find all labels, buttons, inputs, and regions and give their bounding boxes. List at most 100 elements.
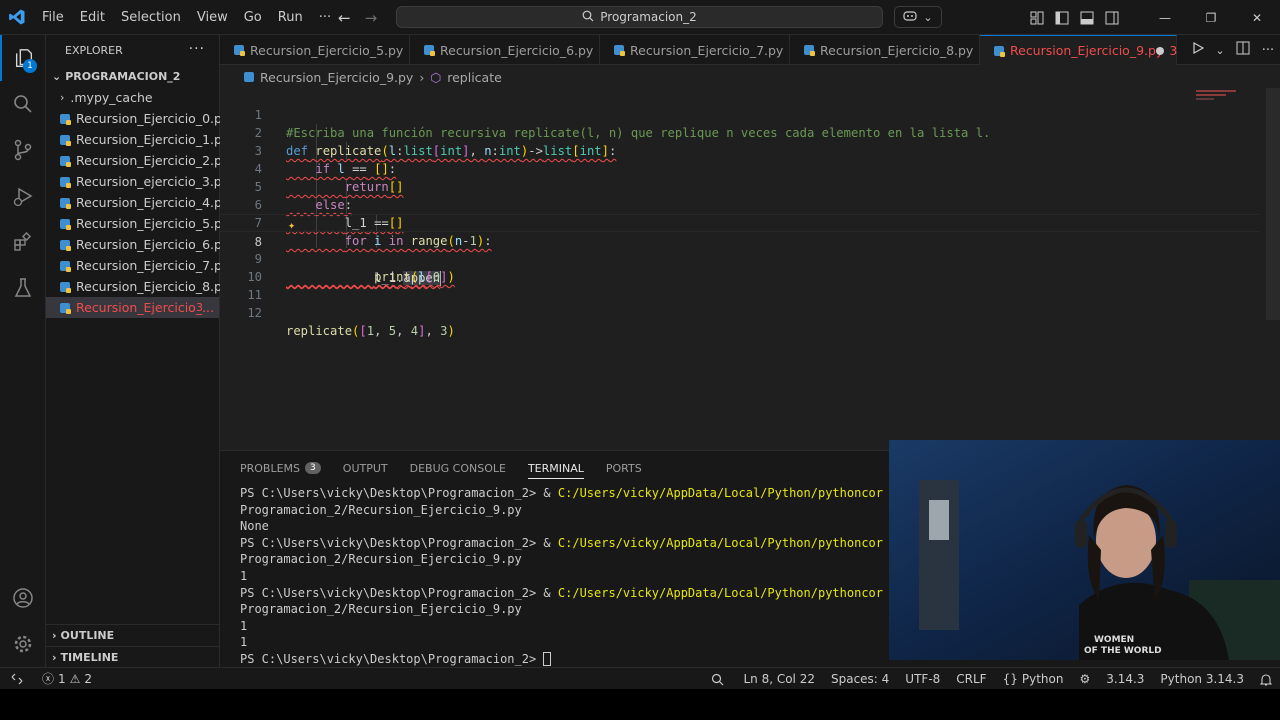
settings-gear-icon[interactable] [0, 621, 46, 667]
chevron-down-icon: ⌄ [923, 10, 933, 24]
outline-section[interactable]: › OUTLINE [46, 624, 220, 646]
tab-ejercicio-5[interactable]: Recursion_Ejercicio_5.py [220, 35, 410, 65]
restore-icon[interactable]: ❐ [1188, 0, 1234, 35]
explorer-icon[interactable]: 1 [0, 35, 46, 81]
tab-ports[interactable]: PORTS [606, 451, 642, 485]
tab-ejercicio-6[interactable]: Recursion_Ejercicio_6.py [410, 35, 600, 65]
file-encoding[interactable]: UTF-8 [897, 668, 948, 690]
tree-file-0[interactable]: Recursion_Ejercicio_0.py [46, 108, 229, 129]
python-file-icon [60, 281, 71, 293]
tree-file-4[interactable]: Recursion_Ejercicio_4.py [46, 192, 229, 213]
tab-output[interactable]: OUTPUT [343, 451, 388, 485]
breadcrumb-file[interactable]: Recursion_Ejercicio_9.py [260, 70, 413, 85]
language-mode[interactable]: {} Python [995, 668, 1072, 690]
editor-scrollbar[interactable] [1266, 88, 1280, 320]
python-file-icon [994, 45, 1005, 57]
panel-tab-label: PROBLEMS [240, 461, 301, 475]
menu-more[interactable]: ··· [311, 0, 339, 35]
terminal-cursor [543, 652, 552, 667]
explorer-badge: 1 [23, 59, 37, 73]
timeline-section[interactable]: › TIMELINE [46, 646, 220, 668]
toggle-panel-icon[interactable] [1074, 0, 1099, 35]
python-interpreter[interactable]: Python 3.14.3 [1152, 668, 1252, 690]
zoom-icon[interactable] [703, 668, 735, 690]
chevron-right-icon: › [52, 651, 57, 664]
tab-ejercicio-8[interactable]: Recursion_Ejercicio_8.py [790, 35, 980, 65]
explorer-more-button[interactable]: ··· [189, 41, 205, 57]
indentation[interactable]: Spaces: 4 [823, 668, 897, 690]
tree-file-7[interactable]: Recursion_Ejercicio_7.py [46, 255, 229, 276]
tree-file-3[interactable]: Recursion_ejercicio_3.py [46, 171, 229, 192]
explorer-sidebar: EXPLORER ··· ⌄ PROGRAMACION_2 › .mypy_ca… [46, 35, 229, 668]
python-file-icon [60, 134, 71, 146]
tree-file-6[interactable]: Recursion_Ejercicio_6.py [46, 234, 229, 255]
workspace-folder[interactable]: ⌄ PROGRAMACION_2 [46, 65, 219, 87]
editor-actions: ⌄ ··· [1186, 35, 1280, 65]
tab-ejercicio-9[interactable]: Recursion_Ejercicio_9.py 3 [980, 35, 1177, 65]
customize-layout-icon[interactable] [1024, 0, 1049, 35]
bell-icon[interactable] [1252, 668, 1280, 690]
code-editor[interactable]: 1 #Escriba una función recursiva replica… [220, 88, 1280, 450]
menu-selection[interactable]: Selection [113, 0, 189, 35]
breadcrumb-symbol[interactable]: replicate [447, 70, 502, 85]
menu-view[interactable]: View [189, 0, 236, 35]
run-debug-icon[interactable] [0, 173, 46, 219]
menu-go[interactable]: Go [236, 0, 270, 35]
menu-edit[interactable]: Edit [72, 0, 113, 35]
unsaved-dot-icon[interactable] [1156, 47, 1164, 55]
tree-item-label: Recursion_Ejercicio_7.py [76, 258, 230, 273]
split-editor-icon[interactable] [1236, 41, 1250, 59]
cursor-position[interactable]: Ln 8, Col 22 [735, 668, 823, 690]
tab-debug-console[interactable]: DEBUG CONSOLE [410, 451, 506, 485]
python-file-icon [60, 155, 71, 167]
account-icon[interactable] [0, 575, 46, 621]
outline-label: OUTLINE [60, 629, 115, 642]
source-control-icon[interactable] [0, 127, 46, 173]
testing-icon[interactable] [0, 265, 46, 311]
minimap[interactable] [1192, 88, 1266, 318]
braces-icon: {} [1002, 672, 1018, 686]
toggle-sidebar-icon[interactable] [1049, 0, 1074, 35]
chevron-down-icon: ⌄ [52, 69, 62, 83]
tree-file-5[interactable]: Recursion_Ejercicio_5.py [46, 213, 229, 234]
tree-file-9[interactable]: Recursion_Ejercicio_... 3 [46, 297, 219, 318]
code-line: 11 [220, 268, 1260, 302]
copilot-icon [903, 10, 917, 25]
tree-file-8[interactable]: Recursion_Ejercicio_8.py [46, 276, 229, 297]
tab-terminal[interactable]: TERMINAL [527, 451, 584, 485]
terminal-prompt: PS C:\Users\vicky\Desktop\Programacion_2… [240, 535, 558, 550]
breadcrumb: Recursion_Ejercicio_9.py › ⬡ replicate [220, 66, 1180, 88]
copilot-button[interactable]: ⌄ [894, 6, 942, 28]
back-arrow-icon[interactable]: ← [338, 9, 351, 27]
terminal-path: C:/Users/vicky/AppData/Local/Python/pyth… [557, 535, 883, 550]
tree-folder-mypy-cache[interactable]: › .mypy_cache [46, 87, 219, 108]
run-icon[interactable] [1192, 41, 1205, 58]
minimize-icon[interactable]: — [1142, 0, 1188, 35]
chevron-right-icon: › [419, 69, 425, 85]
code-line: 10 [220, 250, 1260, 284]
chevron-down-icon[interactable]: ⌄ [1215, 44, 1224, 57]
tab-label: Recursion_Ejercicio_5.py [250, 42, 404, 58]
remote-icon[interactable] [0, 668, 34, 690]
menu-file[interactable]: File [34, 0, 72, 35]
forward-arrow-icon[interactable]: → [365, 9, 378, 27]
command-center-search[interactable]: Programacion_2 [396, 6, 883, 28]
close-icon[interactable]: ✕ [1234, 0, 1280, 35]
tree-file-1[interactable]: Recursion_Ejercicio_1.py [46, 129, 229, 150]
tree-item-label: Recursion_Ejercicio_2.py [76, 153, 230, 168]
extensions-icon[interactable] [0, 219, 46, 265]
toggle-secondary-sidebar-icon[interactable] [1099, 0, 1124, 35]
end-of-line[interactable]: CRLF [948, 668, 994, 690]
tab-label: Recursion_Ejercicio_7.py [630, 42, 784, 58]
tab-problems[interactable]: PROBLEMS 3 [240, 451, 321, 485]
tab-ejercicio-7[interactable]: Recursion_Ejercicio_7.py [600, 35, 790, 65]
menu-run[interactable]: Run [270, 0, 311, 35]
tree-file-2[interactable]: Recursion_Ejercicio_2.py [46, 150, 229, 171]
tree-item-label: Recursion_Ejercicio_5.py [76, 216, 230, 231]
more-actions-icon[interactable]: ··· [1262, 43, 1274, 58]
problems-status[interactable]: ⓧ 1 ⚠ 2 [34, 668, 100, 690]
status-bar: ⓧ 1 ⚠ 2 Ln 8, Col 22 Spaces: 4 UTF-8 CRL… [0, 667, 1280, 689]
search-view-icon[interactable] [0, 81, 46, 127]
python-env[interactable]: ⚙ 3.14.3 [1071, 668, 1152, 690]
python-env-label: 3.14.3 [1106, 672, 1145, 686]
